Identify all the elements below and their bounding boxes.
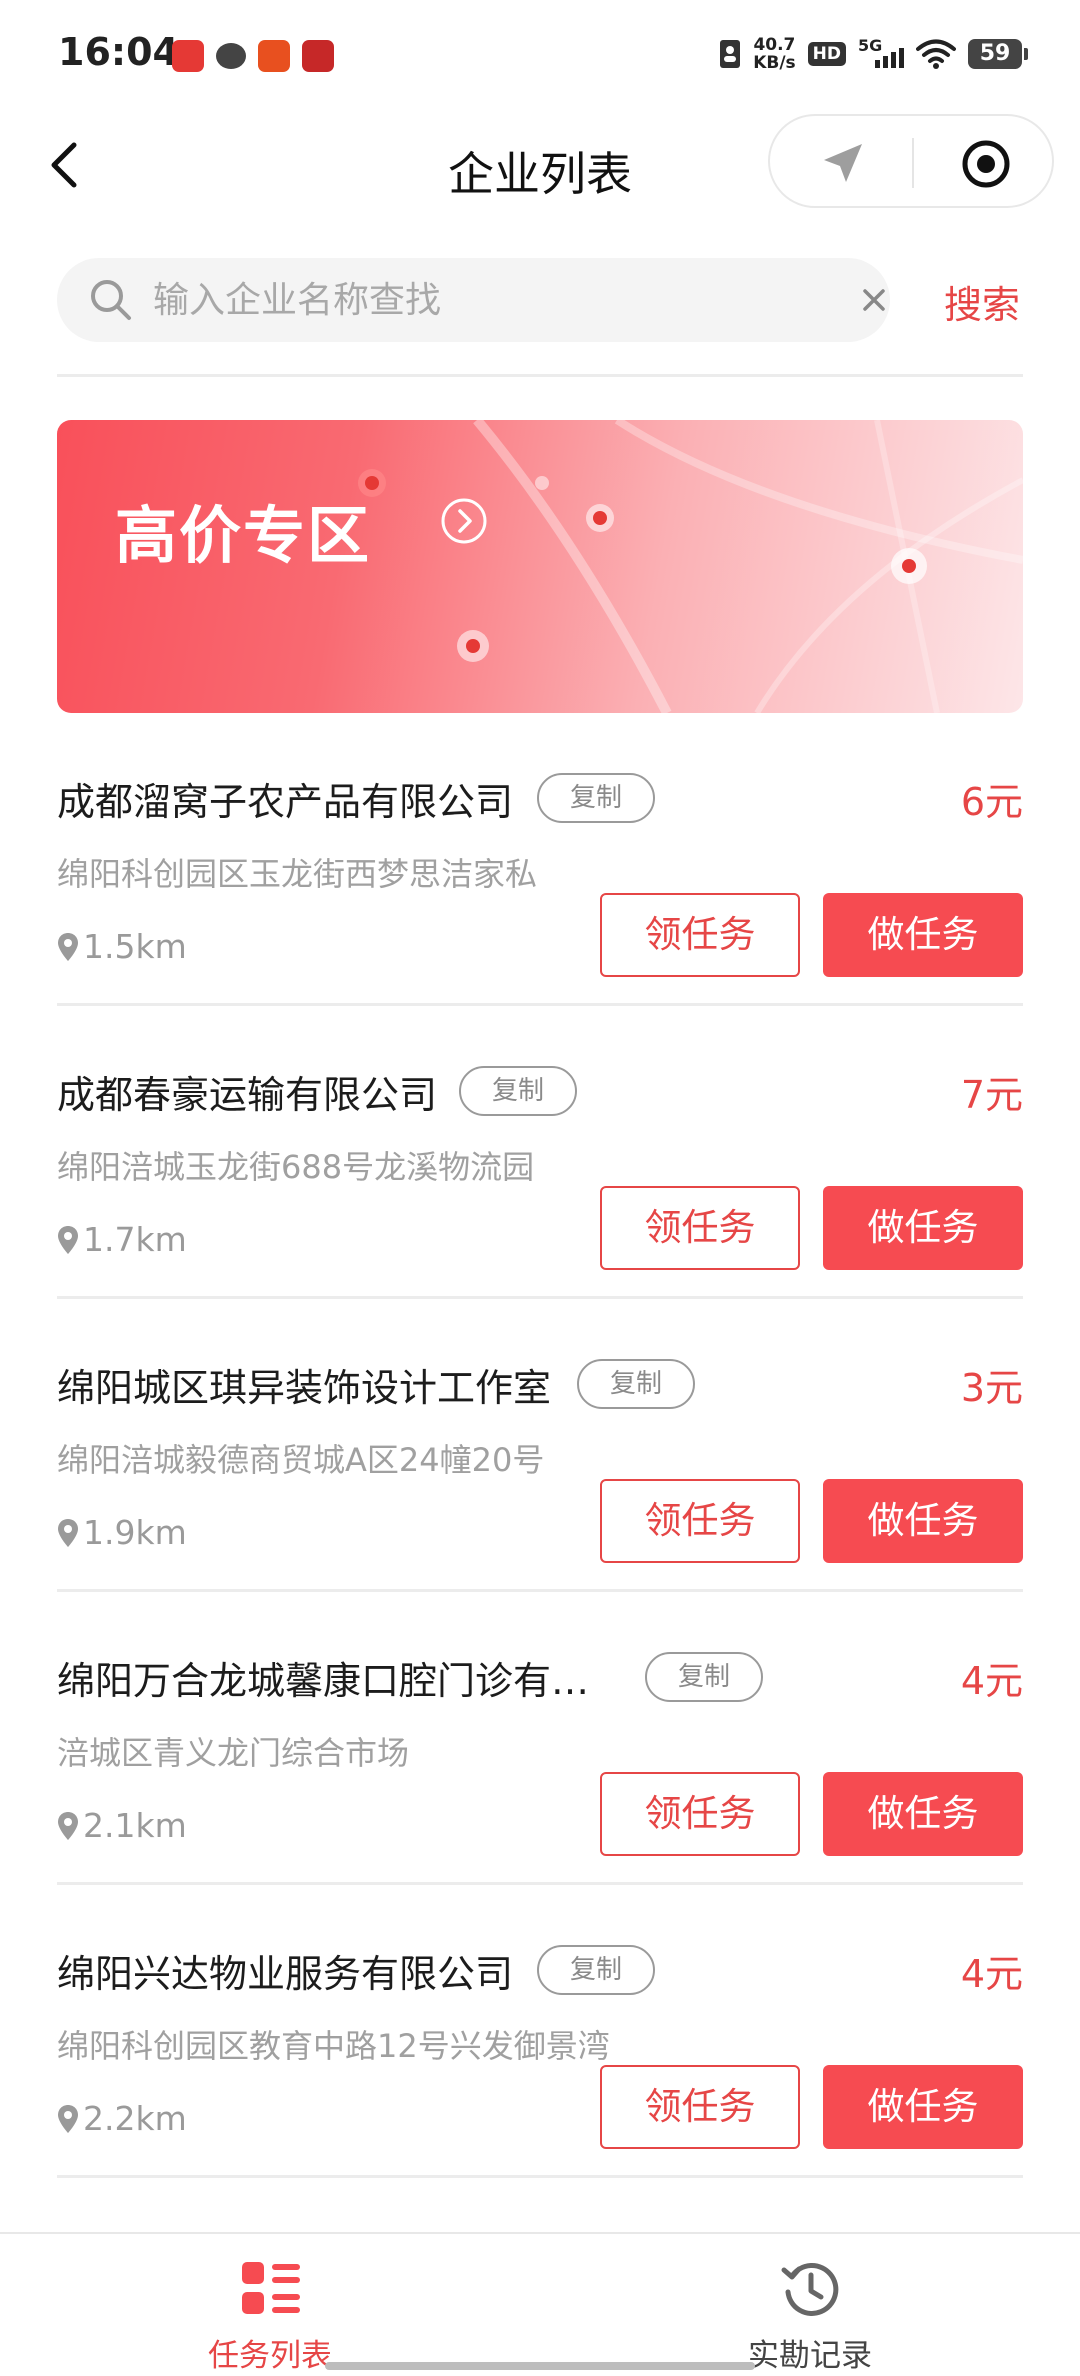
do-task-button[interactable]: 做任务 [823,2065,1023,2149]
company-list: 成都溜窝子农产品有限公司 复制 6元 绵阳科创园区玉龙街西梦思洁家私 1.5km… [57,713,1023,2178]
chevron-right-circle-icon [441,498,487,544]
home-indicator[interactable] [325,2362,755,2370]
search-icon [91,280,131,320]
game-app-icon [302,40,334,72]
company-item: 绵阳万合龙城馨康口腔门诊有… 复制 4元 涪城区青义龙门综合市场 2.1km 领… [57,1592,1023,1885]
company-address: 绵阳科创园区玉龙街西梦思洁家私 [57,855,538,893]
video-app-icon [172,40,204,72]
company-name: 成都春豪运输有限公司 [57,1073,438,1117]
banner-title: 高价专区 [115,499,372,572]
do-task-button[interactable]: 做任务 [823,1479,1023,1563]
search-input[interactable] [153,258,793,342]
claim-task-button[interactable]: 领任务 [600,1772,800,1856]
divider [57,374,1023,377]
copy-button[interactable]: 复制 [645,1652,763,1702]
company-address: 绵阳科创园区教育中路12号兴发御景湾 [57,2027,610,2065]
distance: 1.5km [57,927,187,966]
distance-value: 1.9km [83,1513,187,1552]
cellular-signal-icon: 5G [858,36,904,70]
distance-value: 1.5km [83,927,187,966]
location-pin-icon [58,1811,78,1840]
status-indicators: 40.7 KB/s HD 5G 59 [719,35,1028,73]
copy-button[interactable]: 复制 [537,1945,655,1995]
location-pin-icon [58,1518,78,1547]
company-item: 绵阳兴达物业服务有限公司 复制 4元 绵阳科创园区教育中路12号兴发御景湾 2.… [57,1885,1023,2178]
reward-price: 3元 [960,1366,1023,1410]
do-task-button[interactable]: 做任务 [823,893,1023,977]
distance-value: 2.2km [83,2099,187,2138]
distance-value: 1.7km [83,1220,187,1259]
company-item: 成都春豪运输有限公司 复制 7元 绵阳涪城玉龙街688号龙溪物流园 1.7km … [57,1006,1023,1299]
nav-bar: 企业列表 [0,110,1080,220]
reward-price: 6元 [960,780,1023,824]
copy-button[interactable]: 复制 [459,1066,577,1116]
tab-task-list[interactable]: 任务列表 [120,2234,420,2376]
company-name: 绵阳城区琪异装饰设计工作室 [57,1366,552,1410]
location-pin-icon [58,932,78,961]
claim-task-button[interactable]: 领任务 [600,1479,800,1563]
location-pin-icon [58,1225,78,1254]
distance-value: 2.1km [83,1806,187,1845]
distance: 2.1km [57,1806,187,1845]
target-icon[interactable] [960,138,1012,190]
search-box [57,258,890,342]
reward-price: 4元 [960,1659,1023,1703]
status-app-icons [172,40,334,72]
company-address: 绵阳涪城玉龙街688号龙溪物流园 [57,1148,535,1186]
distance: 2.2km [57,2099,187,2138]
tab-survey-records[interactable]: 实勘记录 [660,2234,960,2376]
premium-zone-banner[interactable]: 高价专区 [57,420,1023,713]
company-address: 绵阳涪城毅德商贸城A区24幢20号 [57,1441,545,1479]
network-speed: 40.7 KB/s [753,35,796,73]
search-button[interactable]: 搜索 [944,274,1020,329]
claim-task-button[interactable]: 领任务 [600,2065,800,2149]
reward-price: 7元 [960,1073,1023,1117]
copy-button[interactable]: 复制 [577,1359,695,1409]
capsule-divider [912,138,914,188]
history-clock-icon [781,2262,839,2316]
location-arrow-icon[interactable] [818,138,868,188]
status-time: 16:04 [58,30,179,74]
bottom-tab-bar: 任务列表 实勘记录 [0,2232,1080,2376]
task-list-icon [242,2262,300,2314]
wifi-icon [916,39,956,69]
claim-task-button[interactable]: 领任务 [600,1186,800,1270]
location-pin-icon [58,2104,78,2133]
company-item: 绵阳城区琪异装饰设计工作室 复制 3元 绵阳涪城毅德商贸城A区24幢20号 1.… [57,1299,1023,1592]
copy-button[interactable]: 复制 [537,773,655,823]
sim-icon [720,40,741,68]
hd-badge: HD [807,42,846,66]
close-icon[interactable] [857,283,891,317]
company-name: 绵阳万合龙城馨康口腔门诊有… [57,1659,590,1703]
status-bar: 16:04 40.7 KB/s HD 5G 59 [0,0,1080,110]
do-task-button[interactable]: 做任务 [823,1772,1023,1856]
reward-price: 4元 [960,1952,1023,1996]
do-task-button[interactable]: 做任务 [823,1186,1023,1270]
distance: 1.7km [57,1220,187,1259]
company-name: 成都溜窝子农产品有限公司 [57,780,514,824]
message-icon [216,43,246,69]
company-name: 绵阳兴达物业服务有限公司 [57,1952,514,1996]
battery-icon: 59 [968,39,1028,69]
shopping-app-icon [258,40,290,72]
mini-program-capsule [768,114,1054,208]
claim-task-button[interactable]: 领任务 [600,893,800,977]
company-item: 成都溜窝子农产品有限公司 复制 6元 绵阳科创园区玉龙街西梦思洁家私 1.5km… [57,713,1023,1006]
company-address: 涪城区青义龙门综合市场 [57,1734,410,1772]
distance: 1.9km [57,1513,187,1552]
